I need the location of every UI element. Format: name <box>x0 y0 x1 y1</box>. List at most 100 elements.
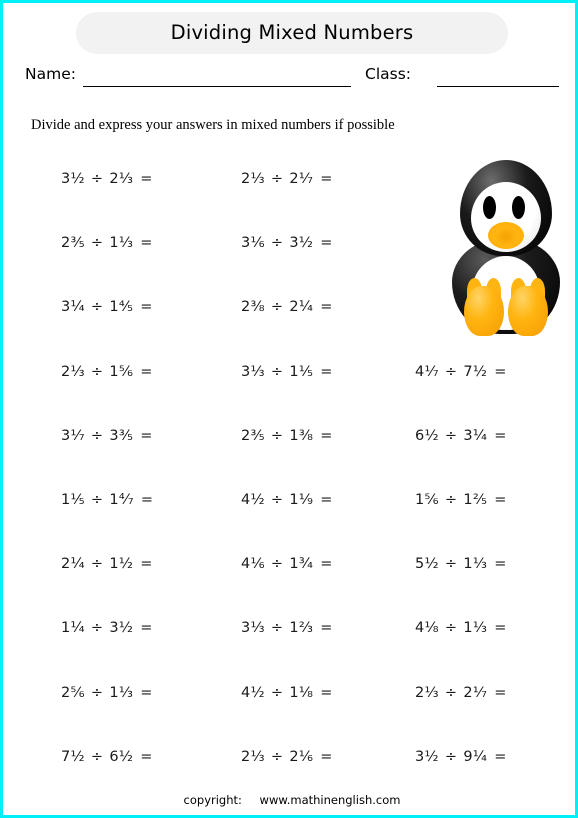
divisor: 7½ <box>463 363 488 380</box>
problem-10-1[interactable]: 7½ ÷ 6½ = <box>61 749 153 765</box>
equals-sign: = <box>494 427 507 444</box>
dividend: 3½ <box>61 171 85 187</box>
problem-5-2[interactable]: 2⅗ ÷ 1⅜ = <box>241 428 333 444</box>
divisor: 2⅓ <box>109 171 134 187</box>
divisor: 6½ <box>109 748 134 765</box>
dividend: 2⅚ <box>61 684 85 701</box>
problem-2-2[interactable]: 3⅙ ÷ 3½ = <box>241 235 333 251</box>
equals-sign: = <box>320 427 333 444</box>
divide-icon: ÷ <box>90 684 104 701</box>
divisor: 1⅔ <box>289 620 314 637</box>
problem-10-3[interactable]: 3½ ÷ 9¼ = <box>415 749 507 765</box>
dividend: 3¼ <box>61 299 85 316</box>
divide-icon: ÷ <box>270 427 284 444</box>
divide-icon: ÷ <box>270 235 284 252</box>
equals-sign: = <box>320 171 333 187</box>
problem-row: 3⅐ ÷ 3⅗ = 2⅗ ÷ 1⅜ = 6½ ÷ 3¼ = <box>3 428 575 492</box>
divisor: 2⅙ <box>289 748 314 765</box>
divisor: 1⅑ <box>289 491 314 508</box>
name-input-line[interactable] <box>83 86 351 87</box>
equals-sign: = <box>140 171 153 187</box>
divide-icon: ÷ <box>444 748 458 765</box>
problem-4-1[interactable]: 2⅓ ÷ 1⅚ = <box>61 364 153 380</box>
divisor: 3⅗ <box>109 427 134 444</box>
divisor: 1⅖ <box>463 491 488 508</box>
problem-1-1[interactable]: 3½ ÷ 2⅓ = <box>61 171 153 187</box>
problem-7-1[interactable]: 2¼ ÷ 1½ = <box>61 556 153 572</box>
divide-icon: ÷ <box>270 491 284 508</box>
equals-sign: = <box>494 556 507 573</box>
problem-9-1[interactable]: 2⅚ ÷ 1⅓ = <box>61 685 153 701</box>
problem-8-3[interactable]: 4⅛ ÷ 1⅓ = <box>415 620 507 636</box>
problem-4-3[interactable]: 4⅐ ÷ 7½ = <box>415 364 507 380</box>
divide-icon: ÷ <box>444 363 458 380</box>
problem-8-2[interactable]: 3⅓ ÷ 1⅔ = <box>241 620 333 636</box>
equals-sign: = <box>140 299 153 316</box>
divisor: 2¼ <box>289 299 314 316</box>
problem-10-2[interactable]: 2⅓ ÷ 2⅙ = <box>241 749 333 765</box>
divisor: 3¼ <box>463 427 488 444</box>
equals-sign: = <box>140 427 153 444</box>
divide-icon: ÷ <box>90 235 104 252</box>
problem-2-1[interactable]: 2⅗ ÷ 1⅓ = <box>61 235 153 251</box>
divide-icon: ÷ <box>90 491 104 508</box>
equals-sign: = <box>494 684 507 701</box>
class-input-line[interactable] <box>437 86 559 87</box>
problem-row: 3½ ÷ 2⅓ = 2⅓ ÷ 2⅐ = <box>3 171 575 235</box>
problem-4-2[interactable]: 3⅓ ÷ 1⅕ = <box>241 364 333 380</box>
divisor: 2⅐ <box>463 684 488 701</box>
name-label: Name: <box>25 65 76 83</box>
problem-5-1[interactable]: 3⅐ ÷ 3⅗ = <box>61 428 153 444</box>
equals-sign: = <box>140 620 153 637</box>
footer: copyright: www.mathinenglish.com <box>3 793 575 807</box>
problem-3-1[interactable]: 3¼ ÷ 1⅘ = <box>61 299 153 315</box>
divide-icon: ÷ <box>270 748 284 765</box>
title-banner: Dividing Mixed Numbers <box>76 12 508 54</box>
divide-icon: ÷ <box>270 556 284 573</box>
problem-7-3[interactable]: 5½ ÷ 1⅓ = <box>415 556 507 572</box>
equals-sign: = <box>320 299 333 316</box>
divisor: 1½ <box>109 556 134 573</box>
divisor: 1⅜ <box>289 427 314 444</box>
divide-icon: ÷ <box>90 299 104 316</box>
problem-3-2[interactable]: 2⅜ ÷ 2¼ = <box>241 299 333 315</box>
instructions-text: Divide and express your answers in mixed… <box>31 117 395 133</box>
divisor: 1⅚ <box>109 363 134 380</box>
class-label: Class: <box>365 65 412 83</box>
problem-9-3[interactable]: 2⅓ ÷ 2⅐ = <box>415 685 507 701</box>
problem-row: 1¼ ÷ 3½ = 3⅓ ÷ 1⅔ = 4⅛ ÷ 1⅓ = <box>3 620 575 684</box>
divisor: 3½ <box>109 620 134 637</box>
dividend: 3⅙ <box>241 235 265 252</box>
problem-9-2[interactable]: 4½ ÷ 1⅛ = <box>241 685 333 701</box>
dividend: 2⅓ <box>61 363 85 380</box>
problem-6-1[interactable]: 1⅕ ÷ 1⁴⁄₇ = <box>61 492 153 508</box>
problem-6-3[interactable]: 1⅚ ÷ 1⅖ = <box>415 492 507 508</box>
equals-sign: = <box>494 363 507 380</box>
divide-icon: ÷ <box>90 620 104 637</box>
problem-7-2[interactable]: 4⅙ ÷ 1¾ = <box>241 556 333 572</box>
divisor: 1⅓ <box>109 235 134 252</box>
equals-sign: = <box>494 620 507 637</box>
dividend: 6½ <box>415 427 439 444</box>
divide-icon: ÷ <box>270 684 284 701</box>
divide-icon: ÷ <box>444 427 458 444</box>
equals-sign: = <box>140 556 153 573</box>
problem-1-2[interactable]: 2⅓ ÷ 2⅐ = <box>241 171 333 187</box>
page-title: Dividing Mixed Numbers <box>170 21 414 44</box>
divisor: 1⅓ <box>463 620 488 637</box>
dividend: 2⅓ <box>241 748 265 765</box>
dividend: 1¼ <box>61 620 85 637</box>
problem-8-1[interactable]: 1¼ ÷ 3½ = <box>61 620 153 636</box>
divisor: 1⅛ <box>289 684 314 701</box>
equals-sign: = <box>320 748 333 765</box>
divide-icon: ÷ <box>444 491 458 508</box>
problem-5-3[interactable]: 6½ ÷ 3¼ = <box>415 428 507 444</box>
dividend: 3⅐ <box>61 427 85 444</box>
divide-icon: ÷ <box>90 363 104 380</box>
divide-icon: ÷ <box>270 620 284 637</box>
divide-icon: ÷ <box>270 171 284 187</box>
dividend: 2⅗ <box>61 235 85 252</box>
problem-row: 2⅗ ÷ 1⅓ = 3⅙ ÷ 3½ = <box>3 235 575 299</box>
problem-6-2[interactable]: 4½ ÷ 1⅑ = <box>241 492 333 508</box>
dividend: 4½ <box>241 491 265 508</box>
